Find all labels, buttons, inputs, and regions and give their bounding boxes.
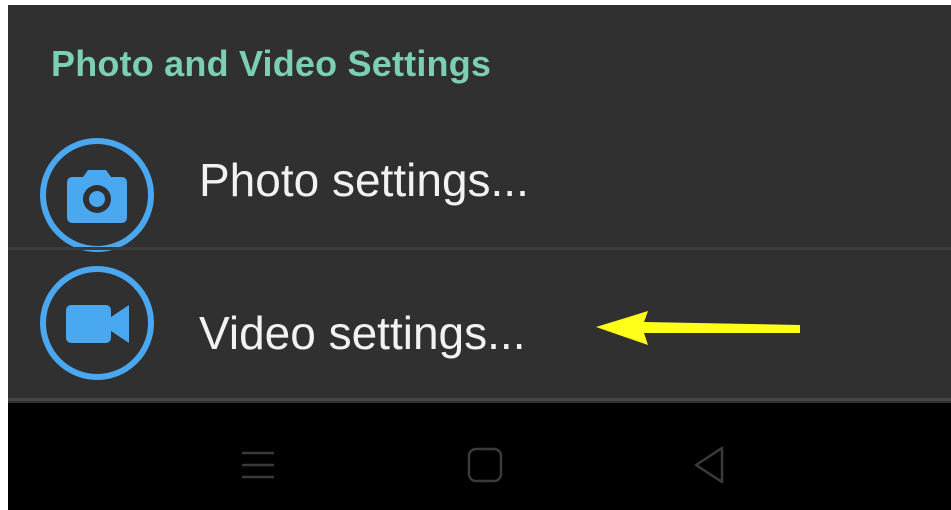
menu-icon[interactable] — [236, 443, 280, 487]
home-icon[interactable] — [463, 443, 507, 487]
camera-icon — [40, 138, 154, 252]
back-icon[interactable] — [688, 443, 732, 487]
yellow-arrow-left-icon — [596, 311, 800, 345]
video-settings-item[interactable]: Video settings... — [8, 252, 951, 402]
section-header: Photo and Video Settings — [51, 43, 492, 84]
video-settings-label: Video settings... — [199, 307, 526, 359]
navigation-bar — [8, 403, 951, 510]
photo-settings-item[interactable]: Photo settings... — [8, 104, 951, 254]
divider — [8, 247, 951, 250]
video-camera-icon — [40, 266, 154, 380]
settings-screen: Photo and Video Settings Photo settings.… — [8, 5, 951, 510]
divider — [8, 398, 951, 401]
photo-settings-label: Photo settings... — [199, 154, 529, 206]
